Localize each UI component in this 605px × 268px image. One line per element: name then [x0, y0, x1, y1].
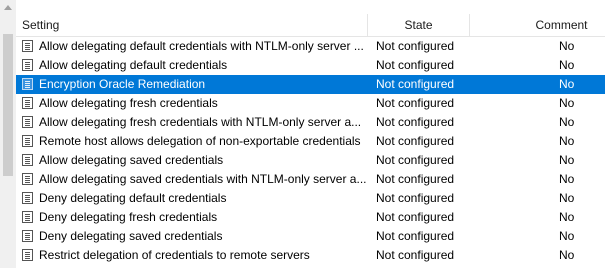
setting-comment: No — [559, 58, 575, 72]
table-row[interactable]: Restrict delegation of credentials to re… — [16, 246, 605, 265]
table-row[interactable]: Allow delegating fresh credentials Not co… — [16, 94, 605, 113]
setting-name: Allow delegating default credentials wit… — [39, 39, 364, 53]
setting-comment: No — [559, 210, 575, 224]
policy-setting-icon — [22, 78, 33, 90]
policy-setting-icon — [22, 116, 33, 128]
table-row[interactable]: Encryption Oracle Remediation Not configu… — [16, 75, 605, 94]
setting-state: Not configured — [376, 39, 455, 53]
policy-setting-icon — [22, 97, 33, 109]
table-row[interactable]: Deny delegating saved credentials Not con… — [16, 227, 605, 246]
setting-state: Not configured — [376, 229, 455, 243]
setting-name: Deny delegating fresh credentials — [39, 210, 218, 224]
setting-state: Not configured — [376, 58, 455, 72]
column-header-setting[interactable]: Setting — [16, 14, 367, 36]
setting-comment: No — [559, 115, 575, 129]
table-row[interactable]: Allow delegating saved credentials Not co… — [16, 151, 605, 170]
scroll-up-icon[interactable] — [4, 5, 12, 10]
setting-name: Allow delegating fresh credentials with … — [39, 115, 362, 129]
setting-state: Not configured — [376, 134, 455, 148]
policy-setting-icon — [22, 40, 33, 52]
setting-comment: No — [559, 77, 575, 91]
policy-settings-list: Setting State Comment Allow delegating d… — [0, 0, 605, 268]
setting-state: Not configured — [376, 77, 455, 91]
setting-state: Not configured — [376, 210, 455, 224]
setting-name: Deny delegating saved credentials — [39, 229, 223, 243]
vertical-scrollbar[interactable] — [0, 0, 16, 268]
policy-setting-icon — [22, 135, 33, 147]
setting-name: Allow delegating saved credentials with … — [39, 172, 367, 186]
policy-setting-icon — [22, 173, 33, 185]
setting-comment: No — [559, 153, 575, 167]
table-row[interactable]: Allow delegating saved credentials with … — [16, 170, 605, 189]
table-row[interactable]: Allow delegating fresh credentials with … — [16, 113, 605, 132]
setting-state: Not configured — [376, 115, 455, 129]
setting-state: Not configured — [376, 248, 455, 262]
setting-state: Not configured — [376, 172, 455, 186]
setting-name: Deny delegating default credentials — [39, 191, 227, 205]
policy-setting-icon — [22, 211, 33, 223]
column-header-state[interactable]: State — [367, 14, 469, 36]
setting-name: Allow delegating saved credentials — [39, 153, 224, 167]
setting-comment: No — [559, 172, 575, 186]
setting-comment: No — [559, 248, 575, 262]
policy-setting-icon — [22, 154, 33, 166]
setting-name: Allow delegating fresh credentials — [39, 96, 218, 110]
table-row[interactable]: Deny delegating fresh credentials Not con… — [16, 208, 605, 227]
table-row[interactable]: Deny delegating default credentials Not c… — [16, 189, 605, 208]
policy-setting-icon — [22, 192, 33, 204]
policy-setting-icon — [22, 59, 33, 71]
setting-state: Not configured — [376, 96, 455, 110]
column-header-comment[interactable]: Comment — [469, 14, 605, 36]
table-row[interactable]: Allow delegating default credentials Not … — [16, 56, 605, 75]
setting-comment: No — [559, 229, 575, 243]
setting-name: Restrict delegation of credentials to re… — [39, 248, 310, 262]
setting-state: Not configured — [376, 191, 455, 205]
scrollbar-thumb[interactable] — [3, 34, 13, 176]
policy-setting-icon — [22, 249, 33, 261]
table-row[interactable]: Remote host allows delegation of non-exp… — [16, 132, 605, 151]
policy-setting-icon — [22, 230, 33, 242]
setting-state: Not configured — [376, 153, 455, 167]
setting-comment: No — [559, 191, 575, 205]
setting-name: Remote host allows delegation of non-exp… — [39, 134, 361, 148]
list-header: Setting State Comment — [16, 14, 605, 37]
table-row[interactable]: Allow delegating default credentials wit… — [16, 37, 605, 56]
setting-comment: No — [559, 134, 575, 148]
settings-rows: Allow delegating default credentials wit… — [16, 37, 605, 265]
setting-name: Allow delegating default credentials — [39, 58, 228, 72]
setting-comment: No — [559, 39, 575, 53]
setting-comment: No — [559, 96, 575, 110]
setting-name: Encryption Oracle Remediation — [39, 77, 206, 91]
